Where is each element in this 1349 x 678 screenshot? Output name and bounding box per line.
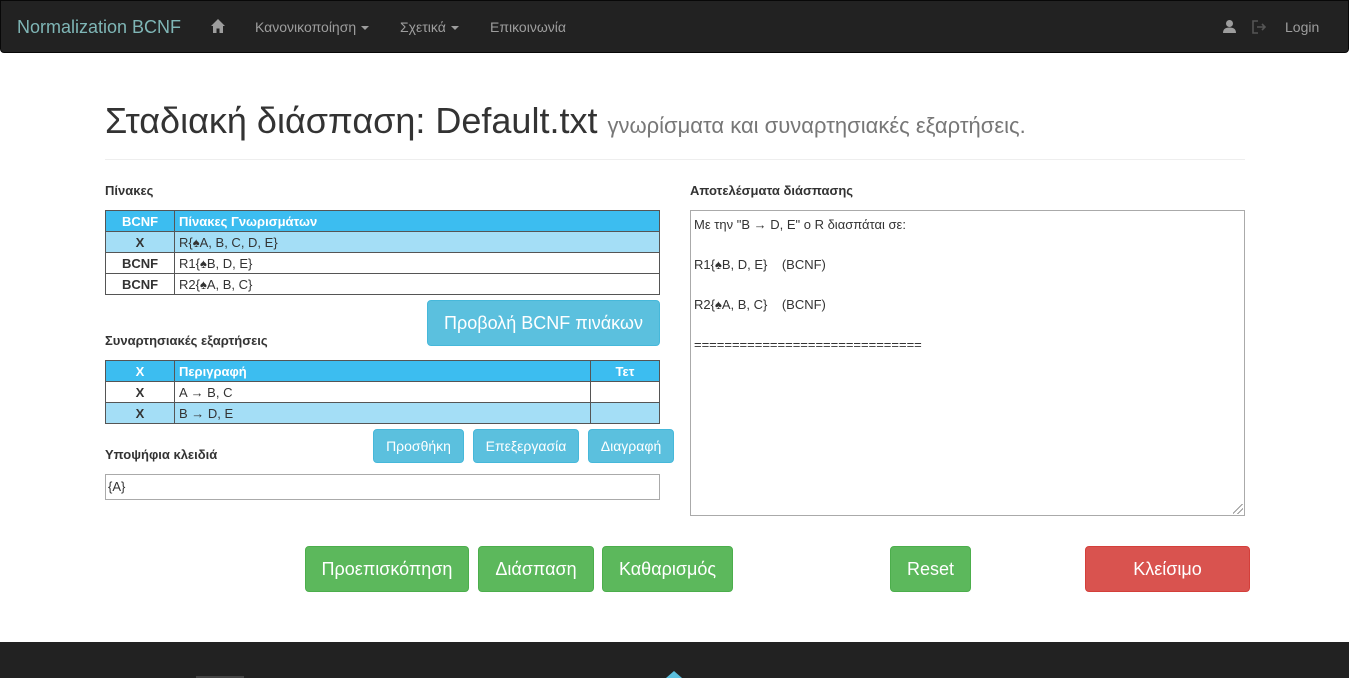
col-table-name: Πίνακες Γνωρισμάτων (174, 210, 660, 232)
page-subtitle: γνωρίσματα και συναρτησιακές εξαρτήσεις. (607, 113, 1026, 138)
col-description: Περιγραφή (174, 360, 591, 382)
nav-about-label: Σχετικά (400, 19, 446, 35)
cell-table-name: R1{♠B, D, E} (174, 252, 660, 274)
view-bcnf-tables-button[interactable]: Προβολή BCNF πινάκων (427, 300, 660, 346)
cell-bcnf: X (105, 231, 175, 253)
tables-table: BCNF Πίνακες Γνωρισμάτων X R{♠A, B, C, D… (105, 210, 660, 295)
results-line (694, 275, 1241, 295)
cell-description: A → B, C (174, 381, 591, 403)
footer (0, 642, 1349, 678)
candidate-keys-field[interactable]: {A} (105, 474, 660, 500)
nav-about-dropdown[interactable]: Σχετικά (400, 19, 459, 35)
scroll-up-icon[interactable] (666, 671, 682, 678)
page-title: Σταδιακή διάσπαση: Default.txt γνωρίσματ… (105, 100, 1245, 147)
table-row[interactable]: BCNF R2{♠A, B, C} (105, 273, 660, 295)
preview-button[interactable]: Προεπισκόπηση (305, 546, 469, 592)
decompose-button[interactable]: Διάσπαση (478, 546, 594, 592)
table-row[interactable]: X R{♠A, B, C, D, E} (105, 231, 660, 253)
results-line: ============================== (694, 337, 922, 352)
table-header-row: BCNF Πίνακες Γνωρισμάτων (105, 210, 660, 232)
cell-table-name: R2{♠A, B, C} (174, 273, 660, 295)
cell-tet (590, 402, 660, 424)
cell-x: X (105, 381, 175, 403)
nav-normalization-dropdown[interactable]: Κανονικοποίηση (255, 19, 370, 35)
col-tet: Τετ (590, 360, 660, 382)
fd-table: X Περιγραφή Τετ X A → B, C X B → D, E (105, 360, 660, 424)
cell-x: X (105, 402, 175, 424)
login-link[interactable]: Login (1285, 19, 1319, 35)
caret-down-icon (450, 26, 459, 31)
resize-handle-icon[interactable] (1233, 504, 1243, 514)
table-header-row: X Περιγραφή Τετ (105, 360, 660, 382)
candidate-keys-label: Υποψήφια κλειδιά (105, 447, 218, 462)
logout-icon[interactable] (1252, 20, 1267, 39)
brand-link[interactable]: Normalization BCNF (17, 17, 181, 38)
caret-down-icon (361, 26, 370, 31)
results-textarea[interactable]: Με την "B → D, E" ο R διασπάται σε: R1{♠… (690, 210, 1245, 516)
page-title-text: Σταδιακή διάσπαση: Default.txt (105, 100, 598, 141)
results-line: R2{♠A, B, C} (BCNF) (694, 297, 826, 312)
table-row[interactable]: X B → D, E (105, 402, 660, 424)
cell-bcnf: BCNF (105, 273, 175, 295)
navbar: Normalization BCNF Κανονικοποίηση Σχετικ… (0, 0, 1349, 53)
edit-button[interactable]: Επεξεργασία (473, 429, 579, 463)
add-button[interactable]: Προσθήκη (373, 429, 464, 463)
clear-button[interactable]: Καθαρισμός (602, 546, 733, 592)
cell-table-name: R{♠A, B, C, D, E} (174, 231, 660, 253)
nav-normalization-label: Κανονικοποίηση (255, 19, 357, 35)
table-row[interactable]: X A → B, C (105, 381, 660, 403)
table-row[interactable]: BCNF R1{♠B, D, E} (105, 252, 660, 274)
delete-button[interactable]: Διαγραφή (588, 429, 674, 463)
col-x: X (105, 360, 175, 382)
results-line (694, 315, 1241, 335)
page-header: Σταδιακή διάσπαση: Default.txt γνωρίσματ… (105, 100, 1245, 160)
results-line: R1{♠B, D, E} (BCNF) (694, 257, 826, 272)
user-icon (1222, 19, 1237, 39)
nav-contact-link[interactable]: Επικοινωνία (490, 19, 566, 35)
fd-label: Συναρτησιακές εξαρτήσεις (105, 333, 268, 348)
reset-button[interactable]: Reset (890, 546, 971, 592)
results-line (694, 235, 1241, 255)
cell-bcnf: BCNF (105, 252, 175, 274)
col-bcnf: BCNF (105, 210, 175, 232)
tables-label: Πίνακες (105, 183, 154, 198)
close-button[interactable]: Κλείσιμο (1085, 546, 1250, 592)
home-icon[interactable] (210, 18, 226, 39)
cell-description: B → D, E (174, 402, 591, 424)
results-line: Με την "B → D, E" ο R διασπάται σε: (694, 217, 906, 232)
results-label: Αποτελέσματα διάσπασης (690, 183, 854, 198)
cell-tet (590, 381, 660, 403)
